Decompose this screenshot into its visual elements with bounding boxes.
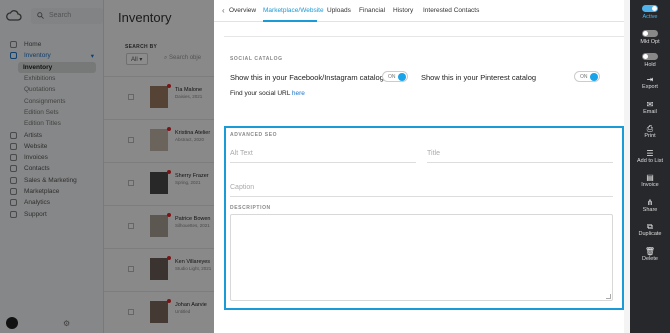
description-label: DESCRIPTION [230, 205, 271, 211]
invoice-icon: ▤ [646, 173, 654, 182]
alt-text-field[interactable]: Alt Text [230, 150, 253, 157]
hold-toggle-icon [642, 53, 658, 60]
duplicate-button[interactable]: ⧉ Duplicate [630, 222, 670, 237]
tab-bar: ‹ Overview Marketplace/Website Uploads F… [214, 0, 630, 22]
trash-icon: 🗑 [644, 246, 656, 256]
duplicate-icon: ⧉ [647, 222, 653, 231]
title-field[interactable]: Title [427, 150, 440, 157]
tab-history[interactable]: History [393, 7, 413, 14]
divider [224, 36, 624, 37]
caption-field[interactable]: Caption [230, 184, 254, 191]
mkt-opt-label: Mkt Opt [640, 39, 660, 45]
description-textarea[interactable] [230, 214, 613, 301]
pinterest-catalog-toggle[interactable]: ON [574, 71, 600, 82]
facebook-catalog-toggle[interactable]: ON [382, 71, 408, 82]
social-catalog-heading: SOCIAL CATALOG [230, 56, 283, 62]
email-icon: ✉ [646, 99, 654, 109]
social-url-link[interactable]: here [292, 90, 305, 97]
social-url-text: Find your social URL here [230, 90, 305, 97]
toggle-state: ON [580, 74, 588, 80]
add-to-list-icon: ☰ [646, 148, 654, 158]
caption-underline [230, 196, 613, 197]
facebook-catalog-label: Show this in your Facebook/Instagram cat… [230, 73, 384, 82]
tab-marketplace-website[interactable]: Marketplace/Website [263, 7, 324, 14]
detail-panel: ‹ Overview Marketplace/Website Uploads F… [214, 0, 630, 333]
action-label: Invoice [641, 182, 659, 188]
modal-backdrop[interactable] [0, 0, 214, 333]
action-label: Print [644, 133, 656, 139]
export-icon: ⇥ [646, 75, 654, 84]
action-label: Export [642, 84, 658, 90]
tab-financial[interactable]: Financial [359, 7, 385, 14]
pinterest-catalog-label: Show this in your Pinterest catalog [421, 73, 537, 82]
add-to-list-button[interactable]: ☰ Add to List [630, 149, 670, 164]
tab-uploads[interactable]: Uploads [327, 7, 351, 14]
print-button[interactable]: ⎙ Print [630, 124, 670, 139]
email-button[interactable]: ✉ Email [630, 100, 670, 115]
action-bar: Active Mkt Opt Hold ⇥ Export ✉ Email ⎙ Print ☰… [630, 0, 670, 333]
back-chevron-icon[interactable]: ‹ [222, 6, 225, 15]
toggle-knob [398, 73, 406, 81]
toggle-state: ON [388, 74, 396, 80]
active-toggle-icon [642, 5, 658, 12]
hold-switch[interactable]: Hold [630, 53, 670, 68]
action-label: Duplicate [638, 231, 662, 237]
mkt-opt-toggle-icon [642, 30, 658, 37]
share-icon: ⋔ [646, 197, 654, 207]
tab-overview[interactable]: Overview [229, 7, 256, 14]
delete-button[interactable]: 🗑 Delete [630, 247, 670, 262]
export-button[interactable]: ⇥ Export [630, 75, 670, 90]
share-button[interactable]: ⋔ Share [630, 198, 670, 213]
resize-handle[interactable] [606, 294, 611, 299]
hold-label: Hold [644, 62, 656, 68]
active-tab-indicator [263, 20, 317, 22]
print-icon: ⎙ [646, 124, 654, 133]
tab-interested-contacts[interactable]: Interested Contacts [423, 7, 479, 14]
social-url-prefix: Find your social URL [230, 90, 291, 97]
toggle-knob [590, 73, 598, 81]
action-label: Add to List [637, 157, 663, 164]
title-underline [427, 162, 613, 163]
active-switch[interactable]: Active [630, 5, 670, 20]
mkt-opt-switch[interactable]: Mkt Opt [630, 30, 670, 45]
alt-text-underline [230, 162, 416, 163]
action-label: Email [643, 108, 657, 115]
advanced-seo-heading: ADVANCED SEO [230, 132, 278, 138]
action-label: Share [642, 206, 658, 213]
active-label: Active [642, 14, 658, 20]
invoice-button[interactable]: ▤ Invoice [630, 173, 670, 188]
action-label: Delete [642, 255, 658, 262]
